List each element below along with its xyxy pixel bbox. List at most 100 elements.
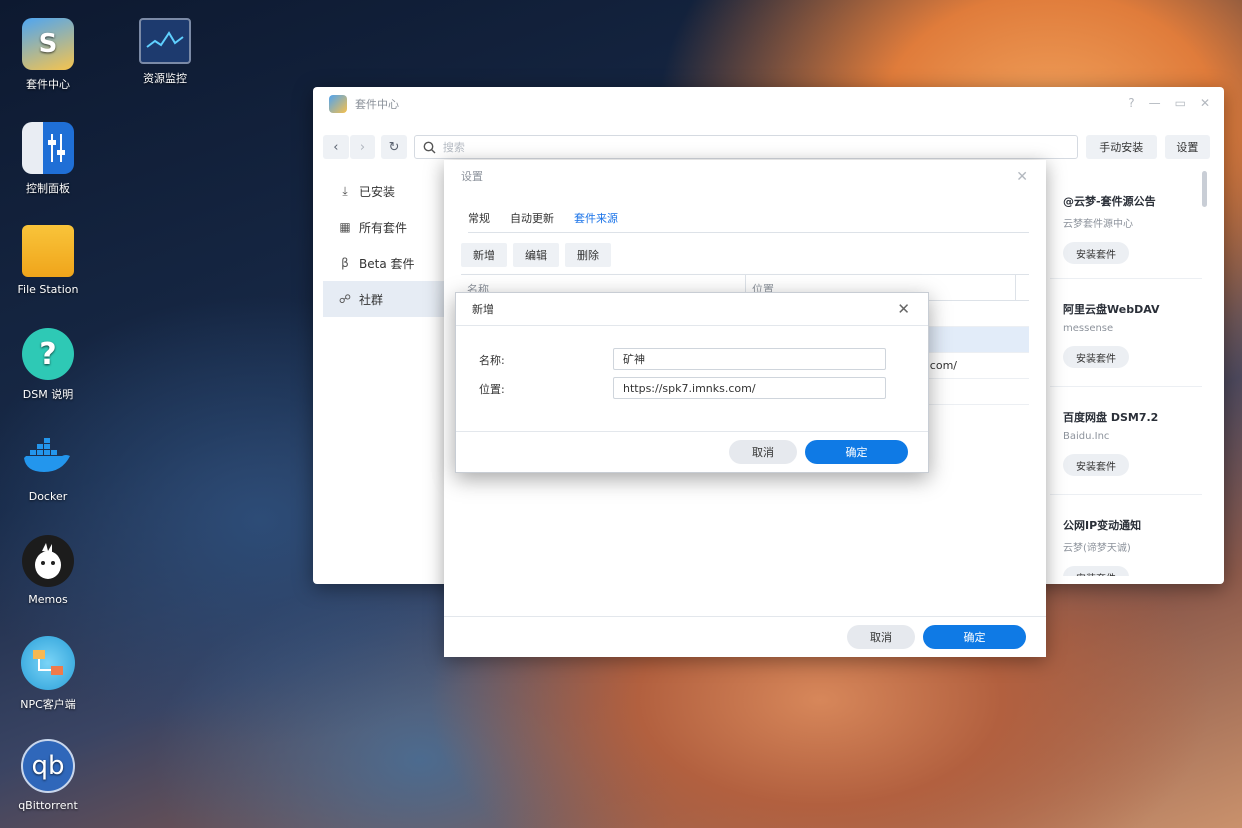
window-titlebar[interactable]: 套件中心 [313, 87, 1224, 121]
sidebar-item-label: 所有套件 [359, 220, 408, 235]
package-name: 百度网盘 DSM7.2 [1063, 411, 1159, 424]
minimize-icon[interactable]: — [1149, 96, 1161, 110]
package-author: 云梦(谛梦天诚) [1063, 543, 1131, 554]
name-field[interactable]: 矿神 [613, 348, 886, 370]
package-list: @云梦-套件源公告 云梦套件源中心 安装套件 阿里云盘WebDAV messen… [1050, 171, 1202, 576]
package-author: messense [1063, 323, 1114, 334]
add-source-button[interactable]: 新增 [461, 243, 507, 267]
desktop-icon-file-station[interactable]: File Station [0, 225, 96, 296]
desktop-icon-label: NPC客户端 [20, 698, 76, 711]
close-icon[interactable]: ✕ [1016, 169, 1028, 185]
settings-button[interactable]: 设置 [1164, 135, 1210, 159]
manual-install-button[interactable]: 手动安装 [1085, 135, 1157, 159]
package-list-scrollbar[interactable] [1202, 171, 1207, 207]
add-dialog-title: 新增 [456, 293, 928, 326]
close-icon[interactable]: ✕ [897, 300, 910, 318]
desktop-icon-label: Memos [28, 593, 68, 606]
control-panel-icon [22, 122, 74, 174]
package-center-icon: S [22, 18, 74, 70]
package-card[interactable]: @云梦-套件源公告 云梦套件源中心 安装套件 [1050, 171, 1202, 279]
desktop-icon-memos[interactable]: Memos [0, 535, 96, 606]
sidebar-item-community[interactable]: ☍ 社群 [323, 281, 453, 317]
help-icon[interactable]: ? [1128, 96, 1134, 110]
beta-icon: β [341, 256, 349, 270]
desktop-icon-package-center[interactable]: S 套件中心 [0, 18, 96, 92]
window-controls: ? — ▭ ✕ [1128, 96, 1210, 110]
name-label: 名称: [479, 354, 505, 367]
folder-icon [22, 225, 74, 277]
location-field[interactable]: https://spk7.imnks.com/ [613, 377, 886, 399]
ok-button[interactable]: 确定 [923, 625, 1026, 649]
desktop-icon-qbittorrent[interactable]: qb qBittorrent [0, 739, 96, 812]
desktop-icon-docker[interactable]: Docker [0, 432, 96, 503]
dialog-divider [456, 431, 928, 432]
install-package-button[interactable]: 安装套件 [1063, 454, 1129, 476]
package-author: Baidu.Inc [1063, 431, 1110, 442]
sidebar-item-all-packages[interactable]: ▦ 所有套件 [323, 209, 453, 245]
community-icon: ☍ [338, 292, 352, 306]
settings-footer: 取消 确定 [444, 616, 1046, 657]
install-package-button[interactable]: 安装套件 [1063, 346, 1129, 368]
refresh-button[interactable]: ↻ [381, 135, 407, 159]
sidebar-item-installed[interactable]: ⤓ 已安装 [323, 173, 453, 209]
package-card[interactable]: 百度网盘 DSM7.2 Baidu.Inc 安装套件 [1050, 387, 1202, 495]
tab-package-sources[interactable]: 套件来源 [574, 206, 618, 232]
sidebar-item-label: 已安装 [359, 184, 396, 199]
sidebar-item-label: Beta 套件 [359, 256, 415, 271]
package-name: 阿里云盘WebDAV [1063, 303, 1160, 316]
desktop-icon-label: Docker [28, 490, 68, 503]
search-placeholder: 搜索 [442, 141, 465, 154]
memos-icon [22, 535, 74, 587]
settings-tabs: 常规 自动更新 套件来源 [468, 206, 1029, 233]
desktop-icon-dsm-help[interactable]: ? DSM 说明 [0, 328, 96, 402]
desktop-icon-label: DSM 说明 [22, 388, 74, 401]
qbittorrent-icon: qb [21, 739, 75, 793]
install-package-button[interactable]: 安装套件 [1063, 242, 1129, 264]
sidebar: ⤓ 已安装 ▦ 所有套件 β Beta 套件 ☍ 社群 [323, 173, 453, 317]
add-source-dialog: 新增 ✕ 名称: 矿神 位置: https://spk7.imnks.com/ … [455, 292, 929, 473]
location-label: 位置: [479, 383, 505, 396]
desktop-icon-npc-client[interactable]: NPC客户端 [0, 636, 96, 712]
desktop-icon-label: File Station [17, 283, 79, 296]
forward-button[interactable]: › [349, 135, 376, 159]
chevron-left-icon: ‹ [333, 139, 339, 155]
sidebar-item-beta[interactable]: β Beta 套件 [323, 245, 453, 281]
maximize-icon[interactable]: ▭ [1175, 96, 1186, 110]
tab-auto-update[interactable]: 自动更新 [510, 206, 554, 232]
install-package-button[interactable]: 安装套件 [1063, 566, 1129, 576]
package-card[interactable]: 阿里云盘WebDAV messense 安装套件 [1050, 279, 1202, 387]
docker-icon [22, 432, 74, 484]
settings-dialog-title: 设置 [461, 170, 483, 183]
back-button[interactable]: ‹ [323, 135, 349, 159]
package-center-logo-icon [329, 95, 347, 113]
package-card[interactable]: 公网IP变动通知 云梦(谛梦天诚) 安装套件 [1050, 495, 1202, 576]
help-icon: ? [22, 328, 74, 380]
refresh-icon: ↻ [388, 139, 400, 155]
window-title: 套件中心 [355, 98, 399, 111]
chevron-right-icon: › [359, 139, 366, 155]
cancel-button[interactable]: 取消 [847, 625, 915, 649]
desktop-icon-control-panel[interactable]: 控制面板 [0, 122, 96, 196]
desktop-icon-label: 控制面板 [26, 182, 70, 195]
edit-source-button[interactable]: 编辑 [513, 243, 559, 267]
resource-monitor-icon [139, 18, 191, 64]
search-icon [423, 141, 436, 153]
package-name: @云梦-套件源公告 [1063, 195, 1156, 208]
close-icon[interactable]: ✕ [1200, 96, 1210, 110]
desktop-icon-resource-monitor[interactable]: 资源监控 [117, 18, 213, 86]
ok-button[interactable]: 确定 [805, 440, 908, 464]
package-name: 公网IP变动通知 [1063, 519, 1142, 532]
download-icon: ⤓ [342, 183, 348, 198]
delete-source-button[interactable]: 删除 [565, 243, 611, 267]
search-input[interactable]: 搜索 [413, 135, 1078, 159]
sidebar-item-label: 社群 [359, 292, 384, 307]
toolbar: ‹ › ↻ 搜索 手动安装 设置 [323, 134, 1210, 160]
desktop-icon-label: qBittorrent [18, 799, 78, 812]
source-toolbar: 新增 编辑 删除 [461, 243, 611, 267]
package-author: 云梦套件源中心 [1063, 219, 1133, 230]
desktop-icon-label: 套件中心 [26, 78, 70, 91]
cancel-button[interactable]: 取消 [729, 440, 797, 464]
tab-general[interactable]: 常规 [468, 206, 490, 232]
npc-client-icon [21, 636, 75, 690]
desktop-icon-label: 资源监控 [143, 72, 187, 85]
